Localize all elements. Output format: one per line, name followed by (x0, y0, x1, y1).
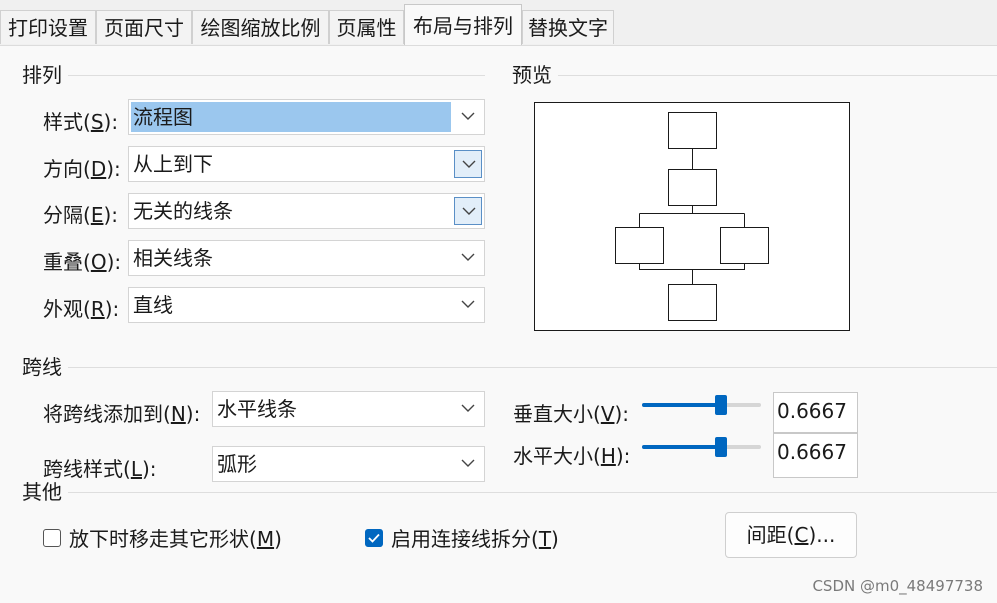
tab-bar: 打印设置 页面尺寸 绘图缩放比例 页属性 布局与排列 替换文字 (0, 0, 997, 46)
appearance-dropdown-button[interactable] (454, 291, 482, 319)
jumps-group-line (22, 367, 997, 368)
preview-shape-second (668, 169, 717, 206)
horizontal-size-input[interactable]: 0.6667 (773, 433, 858, 478)
overlap-dropdown-button[interactable] (454, 244, 482, 272)
vertical-size-slider[interactable] (642, 395, 761, 415)
other-group-title: 其他 (22, 480, 68, 504)
vertical-size-label: 垂直大小(V): (513, 402, 630, 426)
appearance-combo[interactable]: 直线 (128, 287, 485, 323)
tab-page-size[interactable]: 页面尺寸 (96, 10, 192, 44)
separation-combo[interactable]: 无关的线条 (128, 193, 485, 229)
move-away-checkbox[interactable] (43, 529, 61, 547)
separation-label: 分隔(E): (43, 203, 118, 227)
chevron-down-icon (461, 404, 475, 412)
chevron-down-icon (461, 300, 475, 308)
direction-label: 方向(D): (43, 157, 121, 181)
arrange-group-title: 排列 (22, 63, 68, 87)
appearance-label: 外观(R): (43, 297, 120, 321)
preview-shape-left (615, 227, 664, 264)
direction-dropdown-button[interactable] (454, 150, 482, 178)
chevron-down-icon (462, 160, 476, 168)
appearance-value: 直线 (133, 293, 173, 317)
tab-alt-text[interactable]: 替换文字 (522, 10, 614, 44)
preview-shape-right (720, 227, 769, 264)
preview-group-title: 预览 (512, 63, 558, 87)
style-dropdown-button[interactable] (454, 103, 482, 131)
horizontal-size-slider-fill (642, 445, 721, 449)
chevron-down-icon (462, 207, 476, 215)
spacing-button[interactable]: 间距(C)... (725, 512, 857, 558)
layout-preview (534, 102, 850, 331)
horizontal-size-label: 水平大小(H): (513, 444, 631, 468)
tab-drawing-scale[interactable]: 绘图缩放比例 (192, 10, 329, 44)
horizontal-size-slider[interactable] (642, 437, 761, 457)
chevron-down-icon (461, 112, 475, 120)
direction-value: 从上到下 (133, 152, 213, 176)
separation-dropdown-button[interactable] (454, 197, 482, 225)
watermark: CSDN @m0_48497738 (812, 577, 983, 595)
preview-shape-top (668, 112, 717, 149)
other-group-line (22, 492, 997, 493)
tab-print-settings[interactable]: 打印设置 (0, 10, 96, 44)
jumps-add-to-value: 水平线条 (217, 397, 297, 421)
preview-group-line (512, 75, 997, 76)
jumps-group-title: 跨线 (22, 355, 68, 379)
flowchart-preview-diagram (615, 112, 769, 321)
vertical-size-input[interactable]: 0.6667 (773, 392, 858, 433)
checkmark-icon (368, 533, 380, 543)
style-combo[interactable]: 流程图 (128, 99, 485, 135)
horizontal-size-slider-thumb[interactable] (715, 437, 727, 457)
vertical-size-slider-thumb[interactable] (715, 395, 727, 415)
separation-value: 无关的线条 (133, 199, 233, 223)
style-label: 样式(S): (43, 110, 119, 134)
direction-combo[interactable]: 从上到下 (128, 146, 485, 182)
preview-connector-2 (639, 205, 745, 228)
jumps-add-to-combo[interactable]: 水平线条 (212, 391, 485, 427)
style-value: 流程图 (131, 102, 451, 132)
overlap-label: 重叠(O): (43, 250, 122, 274)
jumps-add-to-label: 将跨线添加到(N): (43, 402, 201, 426)
preview-connector-3 (639, 263, 745, 285)
vertical-size-slider-fill (642, 403, 721, 407)
jumps-style-combo[interactable]: 弧形 (212, 446, 485, 482)
arrange-group-line (22, 75, 485, 76)
tab-layout-routing[interactable]: 布局与排列 (404, 4, 522, 45)
enable-split-label: 启用连接线拆分(T) (391, 527, 559, 551)
overlap-combo[interactable]: 相关线条 (128, 240, 485, 276)
jumps-style-value: 弧形 (217, 452, 257, 476)
jumps-add-to-dropdown-button[interactable] (454, 395, 482, 423)
move-away-label: 放下时移走其它形状(M) (69, 527, 282, 551)
jumps-style-label: 跨线样式(L): (43, 457, 157, 481)
jumps-style-dropdown-button[interactable] (454, 450, 482, 478)
overlap-value: 相关线条 (133, 246, 213, 270)
preview-shape-bottom (668, 284, 717, 321)
chevron-down-icon (461, 253, 475, 261)
chevron-down-icon (461, 459, 475, 467)
enable-split-checkbox[interactable] (365, 529, 383, 547)
tab-page-properties[interactable]: 页属性 (329, 10, 404, 44)
